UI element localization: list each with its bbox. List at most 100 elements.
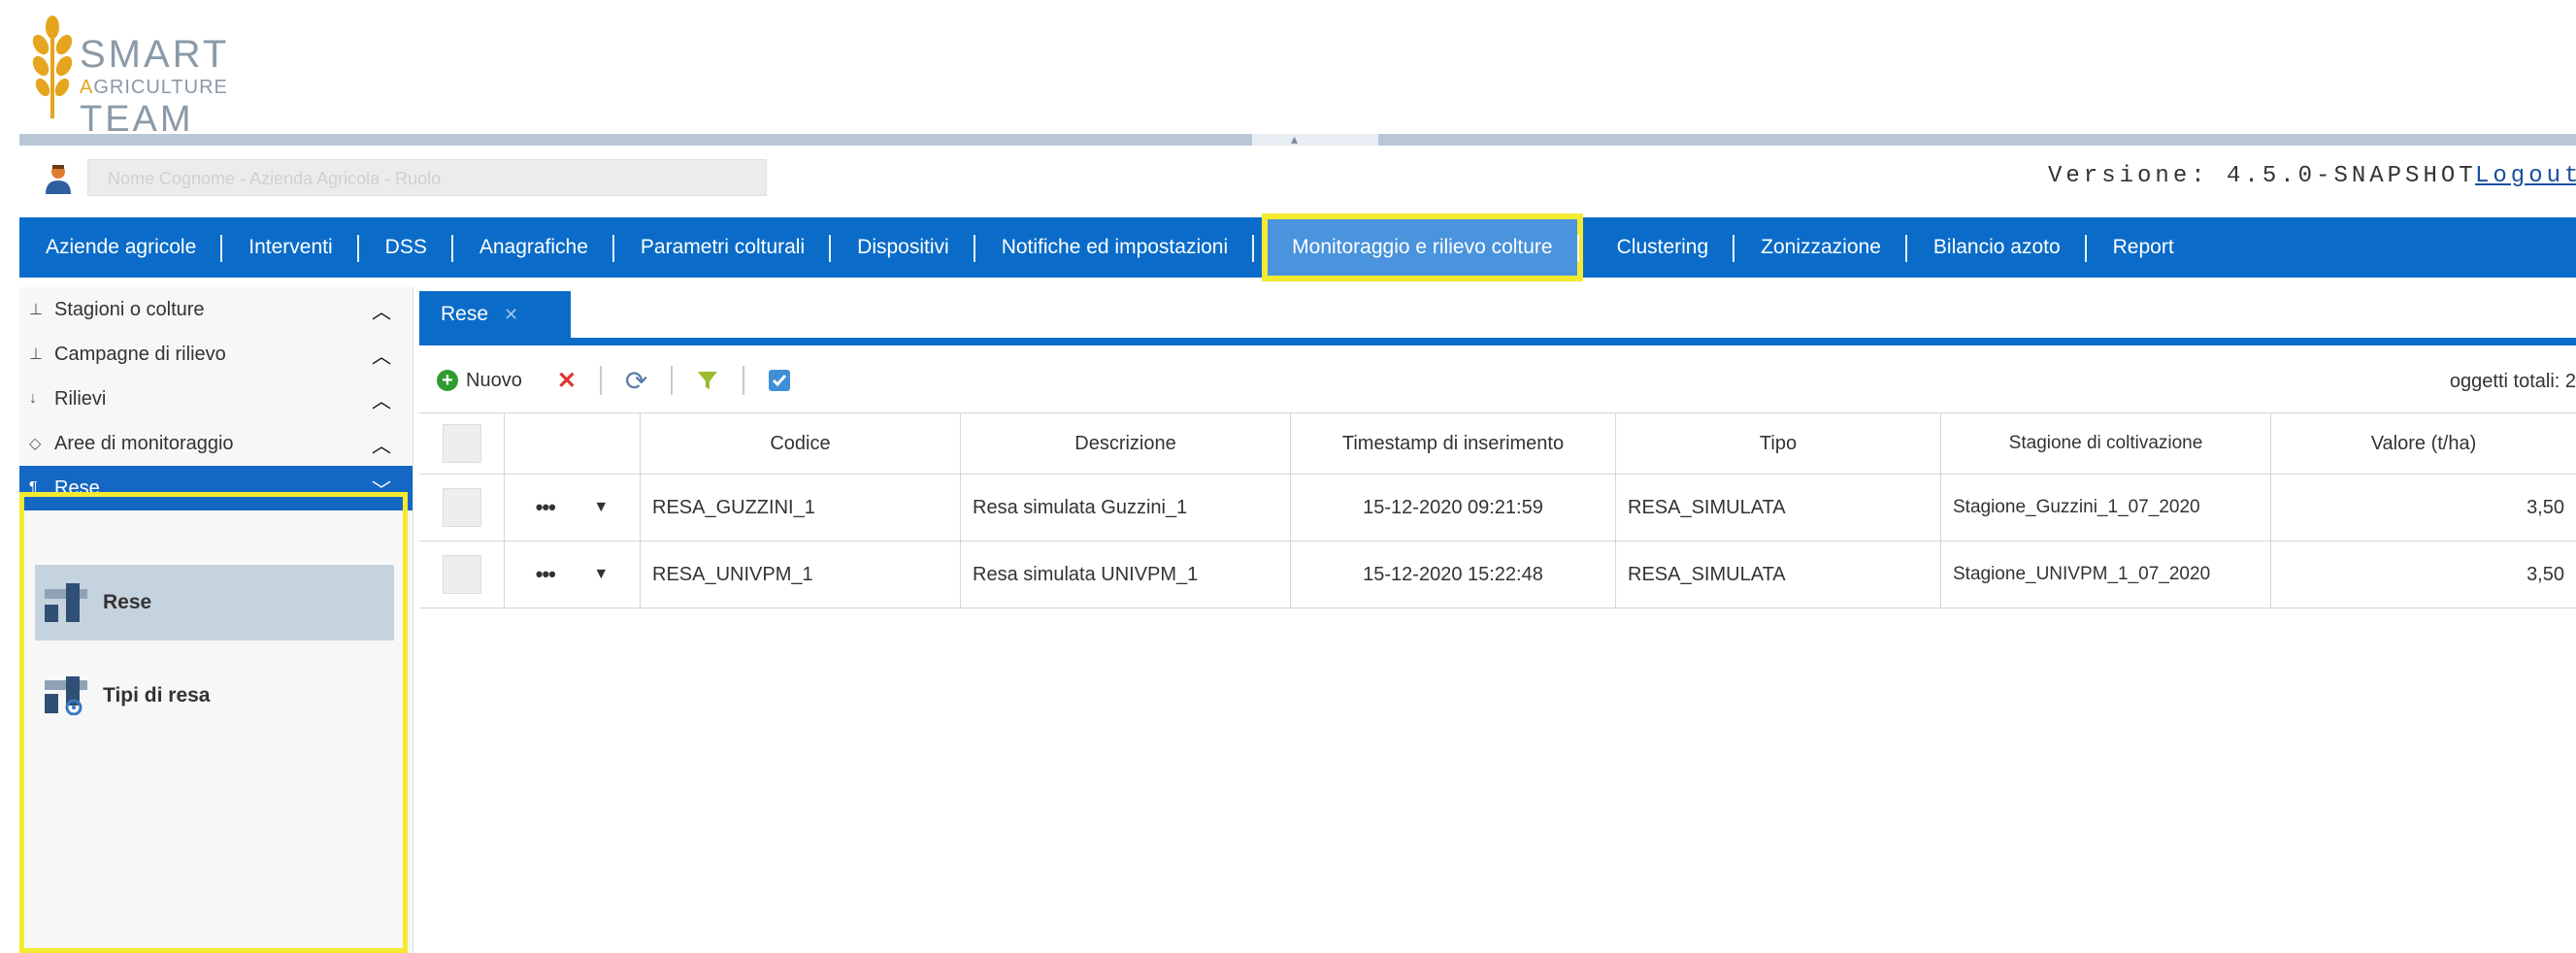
sub-item-tipi-di-resa[interactable]: Tipi di resa	[35, 658, 394, 734]
logo-line-agriculture-rest: GRICULTURE	[93, 77, 228, 98]
cell-valore: 3,50	[2526, 563, 2564, 585]
delete-button[interactable]: ✕	[540, 353, 594, 408]
table-row[interactable]: ••• ▼ RESA_GUZZINI_1 Resa simulata Guzzi…	[419, 475, 2576, 542]
logout-link[interactable]: Logout	[2475, 163, 2576, 189]
refresh-button[interactable]: ⟳	[608, 353, 665, 408]
sidebar-item-aree[interactable]: ◇ Aree di monitoraggio ︿	[19, 421, 413, 466]
cell-timestamp: 15-12-2020 09:21:59	[1291, 475, 1616, 541]
cell-descrizione: Resa simulata UNIVPM_1	[961, 542, 1291, 608]
collapse-handle-dots: ▴	[1291, 131, 1301, 147]
toolbar-divider	[743, 366, 745, 395]
collapse-handle[interactable]	[1252, 134, 1378, 146]
column-header-valore[interactable]: Valore (t/ha)	[2271, 413, 2576, 474]
cell-codice: RESA_UNIVPM_1	[641, 542, 961, 608]
tab-label: Rese	[441, 303, 489, 325]
eye-icon: ◇	[29, 436, 42, 452]
header-select-all[interactable]	[419, 413, 505, 474]
sidebar-item-label: Aree di monitoraggio	[54, 432, 234, 454]
data-grid: Codice Descrizione Timestamp di inserime…	[419, 412, 2576, 608]
cell-stagione: Stagione_Guzzini_1_07_2020	[1941, 475, 2271, 541]
filter-icon	[698, 372, 718, 389]
cell-codice: RESA_GUZZINI_1	[641, 475, 961, 541]
cell-valore: 3,50	[2526, 496, 2564, 518]
toolbar-divider	[671, 366, 674, 395]
sidebar-item-rilievi[interactable]: ↓ Rilievi ︿	[19, 377, 413, 421]
sidebar-item-label: Rese	[54, 476, 100, 499]
nav-item-clustering[interactable]: Clustering	[1591, 217, 1735, 278]
sidebar-item-stagioni[interactable]: ⊥ Stagioni o colture ︿	[19, 287, 413, 332]
nav-item-bilancio-azoto[interactable]: Bilancio azoto	[1907, 217, 2087, 278]
cell-stagione: Stagione_UNIVPM_1_07_2020	[1941, 542, 2271, 608]
row-select[interactable]	[419, 542, 505, 608]
grid-toolbar: + Nuovo ✕ ⟳ oggetti totali: 2	[419, 353, 2576, 408]
chevron-down-icon[interactable]: ﹀	[372, 475, 391, 503]
checkbox-icon	[769, 370, 791, 391]
tab-rese[interactable]: Rese ✕	[419, 291, 571, 338]
sidebar-item-rese[interactable]: ¶ Rese ﹀	[19, 466, 413, 510]
sidebar-item-label: Campagne di rilievo	[54, 343, 226, 365]
more-options-icon[interactable]: •••	[536, 562, 556, 587]
chevron-up-icon[interactable]: ︿	[372, 341, 391, 369]
more-options-icon[interactable]: •••	[536, 495, 556, 520]
column-header-tipo[interactable]: Tipo	[1616, 413, 1941, 474]
sub-item-rese[interactable]: Rese	[35, 565, 394, 641]
user-bar: Nome Cognome - Azienda Agricola - Ruolo …	[19, 155, 2576, 204]
nav-item-dss[interactable]: DSS	[359, 217, 454, 278]
chevron-up-icon[interactable]: ︿	[372, 430, 391, 458]
logo-line-smart: SMART	[80, 33, 230, 76]
nav-item-notifiche[interactable]: Notifiche ed impostazioni	[975, 217, 1255, 278]
cell-timestamp: 15-12-2020 15:22:48	[1291, 542, 1616, 608]
logo-text: SMART AGRICULTURE TEAM	[80, 35, 229, 138]
header-checkbox[interactable]	[442, 424, 481, 463]
version-label: Versione: 4.5.0-SNAPSHOT	[2048, 163, 2477, 189]
caret-down-icon[interactable]: ▼	[593, 499, 609, 516]
column-header-descrizione[interactable]: Descrizione	[961, 413, 1291, 474]
column-header-codice[interactable]: Codice	[641, 413, 961, 474]
main-nav: Aziende agricole Interventi DSS Anagrafi…	[19, 214, 2576, 281]
nav-item-aziende-agricole[interactable]: Aziende agricole	[19, 217, 223, 278]
logo-letter-a: A	[80, 77, 94, 98]
bar-block-gear-icon	[45, 676, 87, 715]
nav-item-parametri-colturali[interactable]: Parametri colturali	[614, 217, 832, 278]
column-header-stagione[interactable]: Stagione di coltivazione	[1941, 413, 2271, 474]
column-header-timestamp[interactable]: Timestamp di inserimento	[1291, 413, 1616, 474]
logo-line-team: TEAM	[80, 99, 194, 140]
caret-down-icon[interactable]: ▼	[593, 566, 609, 583]
grid-header-row: Codice Descrizione Timestamp di inserime…	[419, 413, 2576, 475]
chevron-up-icon[interactable]: ︿	[372, 385, 391, 413]
row-checkbox[interactable]	[442, 555, 481, 594]
bar-block-icon	[45, 583, 87, 622]
user-icon	[46, 165, 71, 194]
wheat-logo-icon	[32, 16, 73, 118]
refresh-icon: ⟳	[624, 365, 648, 396]
nav-item-monitoraggio[interactable]: Monitoraggio e rilievo colture	[1262, 214, 1583, 281]
chevron-up-icon[interactable]: ︿	[372, 296, 391, 324]
nav-item-interventi[interactable]: Interventi	[222, 217, 360, 278]
plus-icon: +	[437, 370, 458, 391]
nav-item-report[interactable]: Report	[2087, 217, 2200, 278]
new-button[interactable]: + Nuovo	[419, 353, 540, 408]
nav-item-zonizzazione[interactable]: Zonizzazione	[1734, 217, 1907, 278]
close-icon[interactable]: ✕	[504, 305, 518, 324]
user-info-field: Nome Cognome - Azienda Agricola - Ruolo	[87, 159, 767, 196]
new-button-label: Nuovo	[466, 369, 522, 391]
table-row[interactable]: ••• ▼ RESA_UNIVPM_1 Resa simulata UNIVPM…	[419, 542, 2576, 608]
logo-line-agriculture: AGRICULTURE	[80, 78, 229, 97]
sidebar-item-label: Stagioni o colture	[54, 298, 205, 320]
nav-item-dispositivi[interactable]: Dispositivi	[831, 217, 975, 278]
row-actions: ••• ▼	[505, 542, 641, 608]
select-all-button[interactable]	[750, 353, 809, 408]
row-checkbox[interactable]	[442, 488, 481, 527]
row-select[interactable]	[419, 475, 505, 541]
filter-button[interactable]	[678, 353, 737, 408]
header-actions	[505, 413, 641, 474]
cell-tipo: RESA_SIMULATA	[1616, 475, 1941, 541]
flag-icon: ¶	[29, 479, 38, 496]
sidebar-item-campagne[interactable]: ⊥ Campagne di rilievo ︿	[19, 332, 413, 377]
toolbar-divider	[599, 366, 602, 395]
arrow-down-icon: ↓	[29, 390, 37, 407]
app-logo: SMART AGRICULTURE TEAM	[27, 14, 260, 138]
hierarchy-icon: ⊥	[29, 302, 43, 318]
sub-item-label: Tipi di resa	[103, 684, 211, 707]
nav-item-anagrafiche[interactable]: Anagrafiche	[453, 217, 614, 278]
